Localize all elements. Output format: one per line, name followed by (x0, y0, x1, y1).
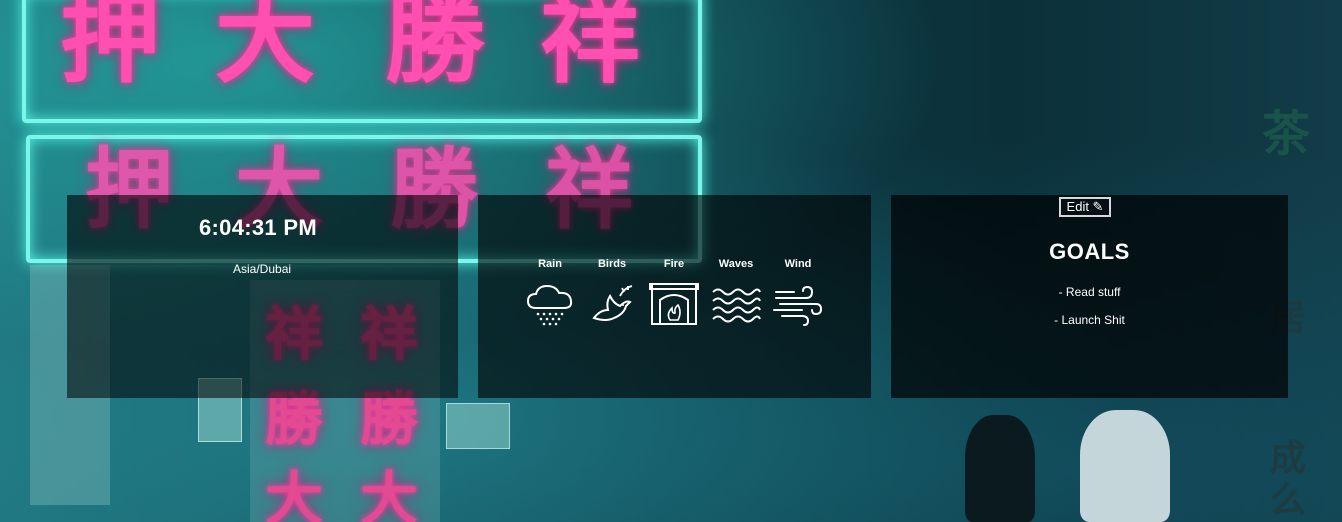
goals-panel: Edit ✎ GOALS - Read stuff - Launch Shit (891, 195, 1288, 398)
sound-label: Waves (718, 258, 754, 270)
waves-icon (712, 288, 761, 323)
door-char: 大 (360, 465, 419, 522)
fireplace-icon (649, 283, 699, 325)
clock-timezone: Asia/Dubai (233, 262, 292, 276)
neon-char: 押 (60, 0, 160, 97)
clock-panel: 6:04:31 PM Asia/Dubai (67, 195, 458, 398)
neon-char: 祥 (540, 0, 640, 97)
edit-goals-button[interactable]: Edit ✎ (1059, 197, 1111, 217)
dove-icon (592, 285, 633, 321)
sound-waves-button[interactable]: Waves (706, 258, 766, 328)
wind-icon (773, 285, 823, 326)
goal-item: - Launch Shit (1054, 313, 1125, 327)
door-char: 勝 (360, 385, 419, 453)
neon-char: 大 (215, 0, 315, 97)
door-char: 大 (265, 465, 324, 522)
clock-time: 6:04:31 PM (199, 215, 317, 240)
sounds-panel: Rain Birds Fire Waves Wind (478, 195, 871, 398)
side-sign-char: 茶 (1262, 106, 1311, 162)
sound-label: Rain (538, 258, 562, 270)
person-silhouette (965, 415, 1035, 522)
person-silhouette (1080, 410, 1170, 522)
sound-label: Fire (663, 258, 685, 270)
goals-title: GOALS (1049, 239, 1130, 264)
small-plaque (446, 403, 510, 449)
sound-fire-button[interactable]: Fire (644, 258, 704, 328)
sound-wind-button[interactable]: Wind (768, 258, 828, 328)
door-char: 勝 (265, 385, 324, 453)
goal-item: - Read stuff (1058, 285, 1121, 299)
neon-char: 勝 (385, 0, 485, 97)
sound-birds-button[interactable]: Birds (582, 258, 642, 328)
rain-cloud-icon (526, 284, 573, 326)
sound-label: Birds (597, 258, 627, 270)
sound-rain-button[interactable]: Rain (520, 258, 580, 328)
sound-label: Wind (784, 258, 812, 270)
side-sign-char: 成 (1270, 437, 1307, 479)
side-sign-char: 么 (1270, 479, 1307, 521)
